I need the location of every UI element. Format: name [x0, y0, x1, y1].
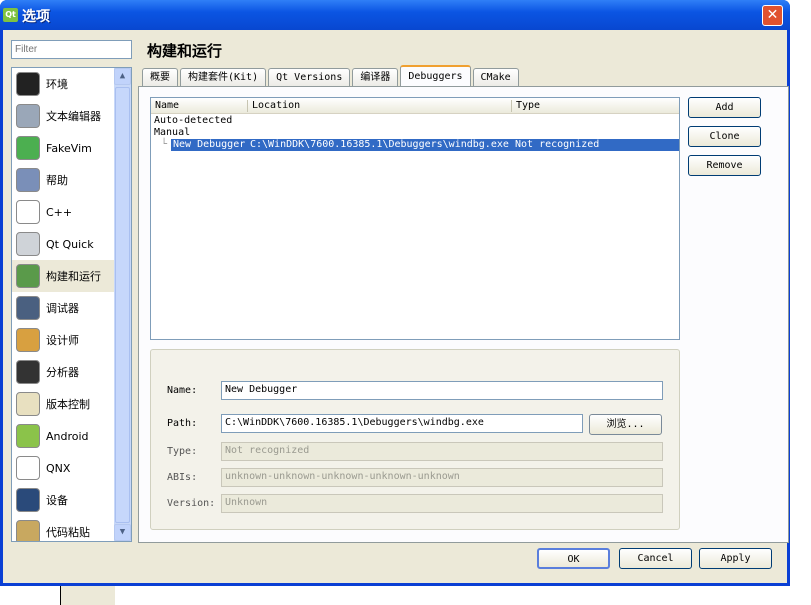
background-panel: [61, 586, 115, 605]
sidebar-item[interactable]: Qt Quick: [12, 228, 115, 260]
sidebar-item-label: 构建和运行: [46, 270, 101, 283]
tab[interactable]: 构建套件(Kit): [180, 68, 267, 86]
abis-label: ABIs:: [167, 472, 198, 483]
sidebar-item-label: Android: [46, 429, 89, 443]
row-type: Not recognized: [515, 139, 600, 150]
sidebar-item[interactable]: 设备: [12, 484, 115, 516]
scroll-thumb[interactable]: [115, 87, 130, 523]
tab[interactable]: Debuggers: [400, 65, 471, 86]
help-icon: [16, 168, 40, 192]
sidebar-item-label: 设计师: [46, 334, 79, 347]
name-field[interactable]: New Debugger: [221, 381, 663, 400]
sidebar-item-label: 帮助: [46, 174, 68, 187]
browse-button[interactable]: 浏览...: [589, 414, 662, 435]
tree-header: Name Location Type: [151, 98, 679, 114]
scroll-down-button[interactable]: ▼: [114, 524, 131, 541]
android-icon: [16, 424, 40, 448]
sidebar-item[interactable]: C++: [12, 196, 115, 228]
paper-plane-icon: [16, 232, 40, 256]
name-label: Name:: [167, 385, 198, 396]
cancel-button[interactable]: Cancel: [619, 548, 692, 569]
apply-button[interactable]: Apply: [699, 548, 772, 569]
table-row[interactable]: └ New Debugger C:\WinDDK\7600.16385.1\De…: [151, 139, 679, 151]
tab[interactable]: Qt Versions: [268, 68, 351, 86]
tree-branch-icon: └: [161, 139, 168, 150]
sidebar-item[interactable]: 版本控制: [12, 388, 115, 420]
dialog-client: 环境文本编辑器 FakeVim 帮助 C++ Qt Quick 构建和运行调试器设计师分析…: [3, 30, 789, 583]
text-editor-icon: [16, 104, 40, 128]
sidebar-item-label: 代码粘贴: [46, 526, 90, 539]
tab[interactable]: 概要: [142, 68, 178, 86]
filter-input[interactable]: [11, 40, 132, 59]
version-control-icon: [16, 392, 40, 416]
sidebar-scrollbar[interactable]: ▲ ▼: [114, 68, 131, 541]
cpp-braces-icon: [16, 200, 40, 224]
remove-button[interactable]: Remove: [688, 155, 761, 176]
group-auto-detected[interactable]: Auto-detected: [151, 115, 679, 127]
sidebar-item-label: 文本编辑器: [46, 110, 101, 123]
row-name: New Debugger: [173, 139, 246, 150]
category-list: 环境文本编辑器 FakeVim 帮助 C++ Qt Quick 构建和运行调试器设计师分析…: [11, 67, 132, 542]
debugger-icon: [16, 296, 40, 320]
sidebar-item[interactable]: Android: [12, 420, 115, 452]
sidebar-item-label: QNX: [46, 461, 71, 475]
code-paste-icon: [16, 520, 40, 541]
sidebar-item-label: 设备: [46, 494, 68, 507]
build-run-icon: [16, 264, 40, 288]
sidebar-item[interactable]: 分析器: [12, 356, 115, 388]
ok-button[interactable]: OK: [537, 548, 610, 569]
sidebar-item[interactable]: 调试器: [12, 292, 115, 324]
page-title: 构建和运行: [147, 42, 223, 60]
sidebar-item[interactable]: 文本编辑器: [12, 100, 115, 132]
sidebar-item-label: FakeVim: [46, 141, 92, 155]
type-label: Type:: [167, 446, 198, 457]
row-location: C:\WinDDK\7600.16385.1\Debuggers\windbg.…: [250, 139, 509, 150]
type-field: Not recognized: [221, 442, 663, 461]
debuggers-pane: Name Location Type Auto-detected Manual …: [138, 86, 789, 543]
version-label: Version:: [167, 498, 216, 509]
title-bar: Qt 选项 ✕: [0, 0, 790, 30]
version-field: Unknown: [221, 494, 663, 513]
sidebar-item-label: 环境: [46, 78, 68, 91]
clone-button[interactable]: Clone: [688, 126, 761, 147]
fakevim-icon: [16, 136, 40, 160]
options-dialog: Qt 选项 ✕ 环境文本编辑器 FakeVim 帮助 C++ Qt Quick 构建和运行…: [0, 0, 790, 586]
tab[interactable]: CMake: [472, 68, 519, 86]
sidebar-item[interactable]: 帮助: [12, 164, 115, 196]
sidebar-item-label: 分析器: [46, 366, 79, 379]
add-button[interactable]: Add: [688, 97, 761, 118]
device-icon: [16, 488, 40, 512]
sidebar-item[interactable]: FakeVim: [12, 132, 115, 164]
sidebar-item-label: C++: [46, 205, 73, 219]
sidebar-item-label: 版本控制: [46, 398, 90, 411]
qnx-icon: [16, 456, 40, 480]
abis-field: unknown-unknown-unknown-unknown-unknown: [221, 468, 663, 487]
path-label: Path:: [167, 418, 198, 429]
sidebar-item[interactable]: 设计师: [12, 324, 115, 356]
scroll-up-button[interactable]: ▲: [114, 68, 131, 85]
tab[interactable]: 编译器: [352, 68, 399, 86]
debugger-tree[interactable]: Name Location Type Auto-detected Manual …: [150, 97, 680, 340]
designer-icon: [16, 328, 40, 352]
column-type[interactable]: Type: [516, 100, 540, 111]
column-location[interactable]: Location: [252, 100, 300, 111]
tab-bar: 概要 构建套件(Kit) Qt Versions 编译器 Debuggers CMake: [142, 65, 521, 86]
qt-logo-icon: Qt: [3, 8, 18, 22]
sidebar-item[interactable]: 构建和运行: [12, 260, 115, 292]
sidebar-item[interactable]: 代码粘贴: [12, 516, 115, 541]
analyzer-icon: [16, 360, 40, 384]
path-field[interactable]: C:\WinDDK\7600.16385.1\Debuggers\windbg.…: [221, 414, 583, 433]
window-title: 选项: [22, 9, 50, 25]
sidebar-item-label: 调试器: [46, 302, 79, 315]
debugger-details: Name: New Debugger Path: C:\WinDDK\7600.…: [150, 349, 680, 530]
sidebar-item[interactable]: QNX: [12, 452, 115, 484]
sidebar-item-label: Qt Quick: [46, 237, 94, 251]
close-button[interactable]: ✕: [762, 5, 783, 26]
group-manual[interactable]: Manual: [151, 127, 679, 139]
sidebar-item[interactable]: 环境: [12, 68, 115, 100]
column-name[interactable]: Name: [155, 100, 179, 111]
monitor-icon: [16, 72, 40, 96]
